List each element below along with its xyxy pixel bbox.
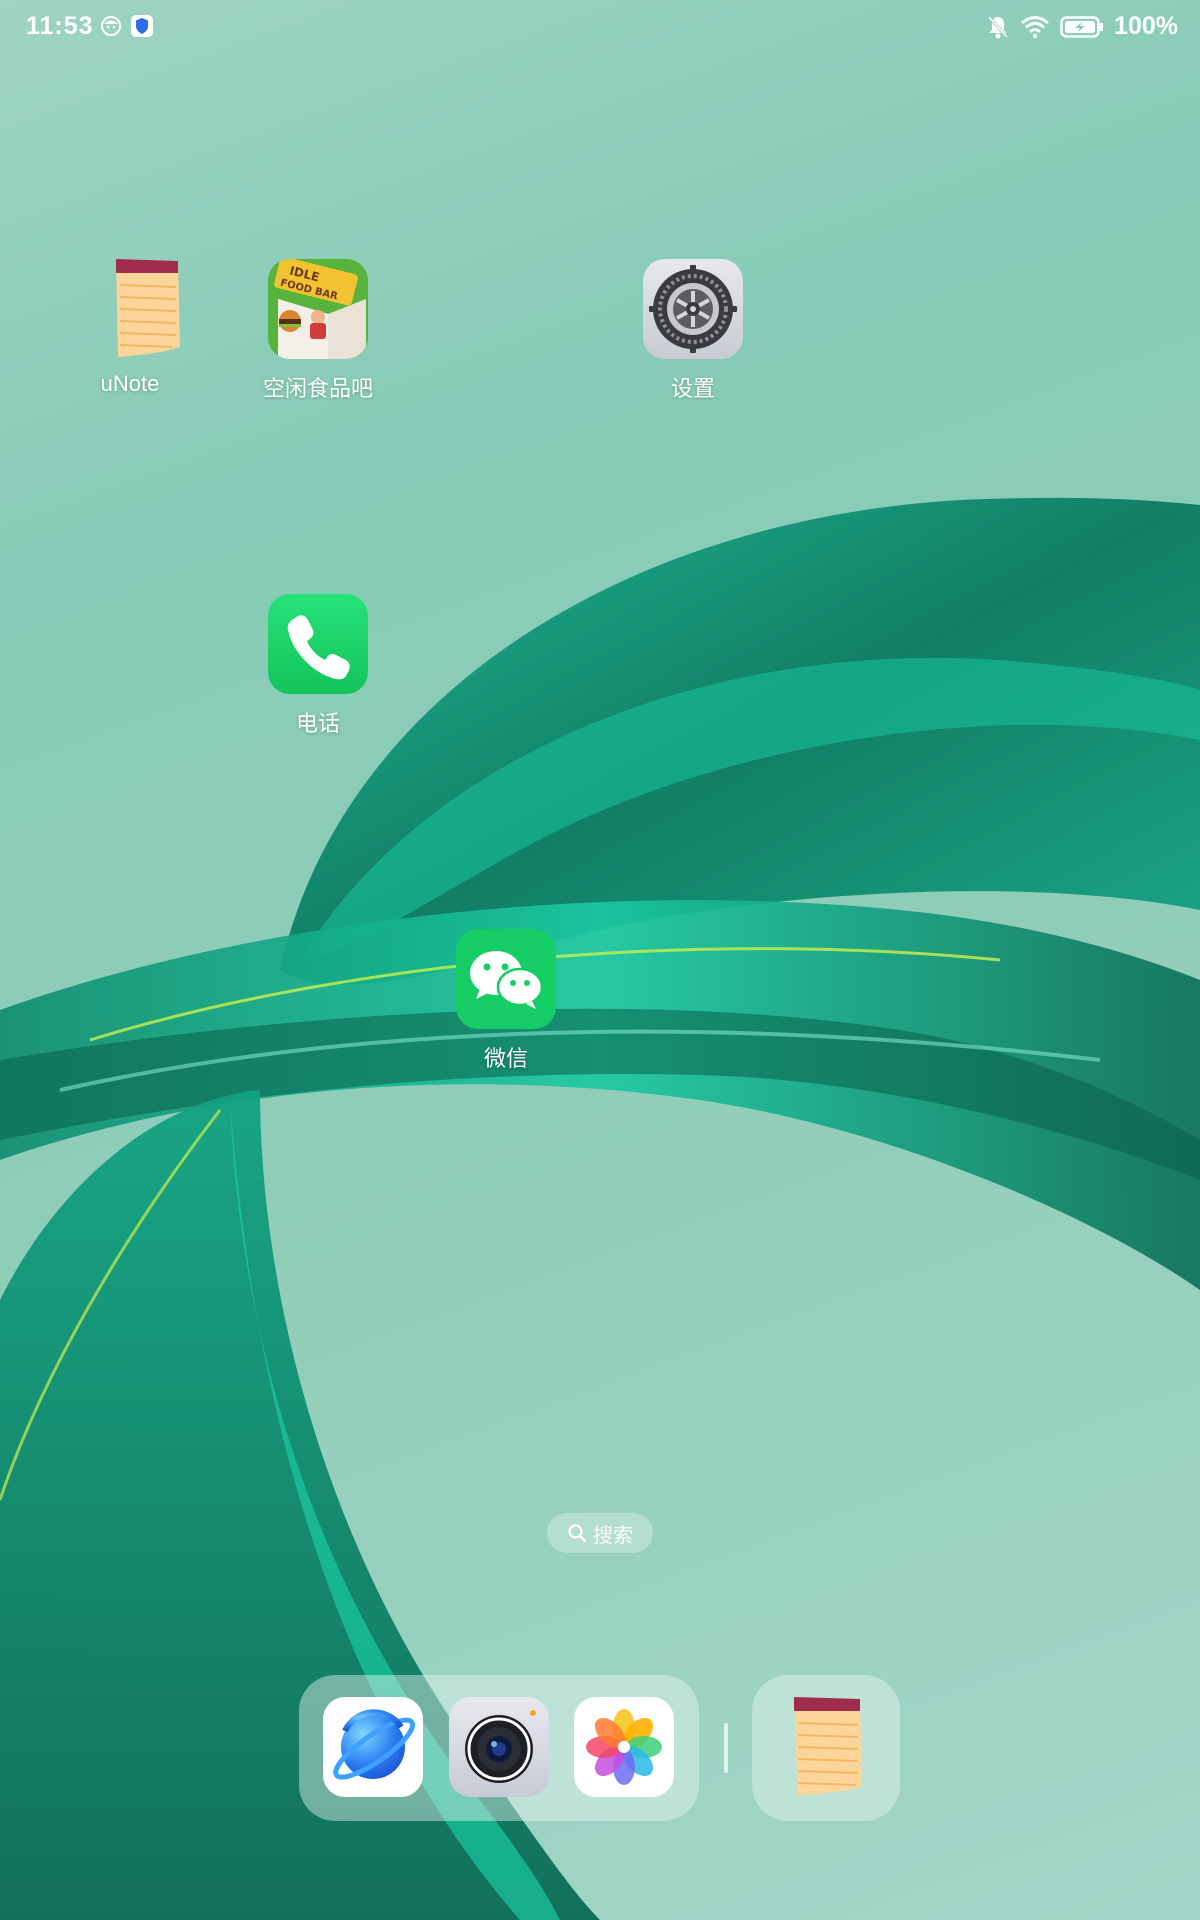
notepad-icon [80,259,180,359]
app-label-phone: 电话 [295,711,340,736]
app-label-idle-food-bar: 空闲食品吧 [262,376,373,401]
dock-app-camera[interactable] [449,1697,549,1797]
search-icon [568,1524,587,1543]
shield-icon [131,15,153,37]
dock-divider [724,1723,728,1773]
app-label-settings: 设置 [670,376,715,401]
idle-food-bar-icon: IDLE FOOD BAR [268,259,368,359]
app-label-unote: uNote [100,371,160,396]
dock-recent-unote[interactable] [776,1697,876,1797]
app-settings[interactable]: 设置 [623,259,763,403]
app-label-wechat: 微信 [483,1046,528,1071]
app-phone[interactable]: 电话 [248,594,388,738]
status-right: 100% [986,12,1178,41]
app-idle-food-bar[interactable]: IDLE FOOD BAR 空闲食品吧 [248,259,388,403]
wifi-icon [1021,15,1049,38]
settings-gear-icon [643,259,743,359]
camera-icon [465,1710,536,1783]
planet-browser-icon [333,1709,416,1780]
battery-percent: 100% [1114,12,1178,40]
home-screen: 11:53 100% uNote IDLE FOOD BAR 空闲食品吧 设置 … [0,0,1200,1920]
phone-icon [268,594,368,694]
wechat-icon [456,929,556,1029]
photos-flower-icon [586,1709,662,1785]
search-label: 搜索 [593,1524,633,1547]
app-unote[interactable]: uNote [60,259,200,397]
notepad-icon [794,1697,862,1795]
face-icon [101,16,121,36]
dock-app-browser[interactable] [323,1697,423,1797]
app-wechat[interactable]: 微信 [436,929,576,1073]
dock-app-gallery[interactable] [574,1697,674,1797]
status-bar: 11:53 100% [0,0,1200,56]
search-button[interactable]: 搜索 [547,1513,653,1553]
battery-charging-icon [1060,15,1104,38]
status-time: 11:53 [26,12,94,40]
bell-off-icon [987,15,1009,38]
status-left-icons [100,14,154,38]
